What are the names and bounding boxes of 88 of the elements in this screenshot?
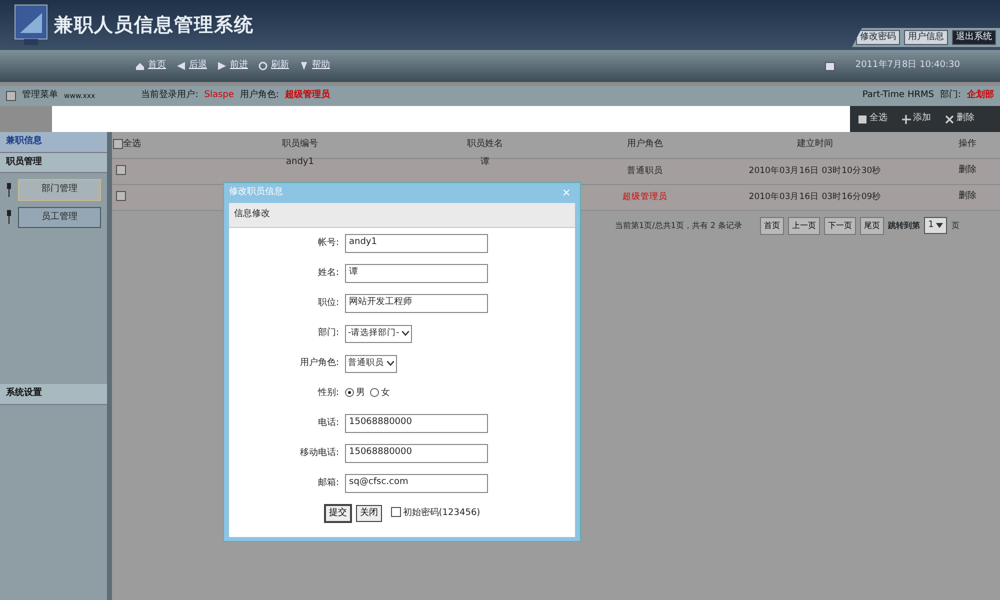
sidebar-section[interactable]: 兼职信息 bbox=[0, 132, 107, 152]
user-info-button[interactable]: 用户信息 bbox=[904, 30, 948, 45]
role-text: 普通职员 bbox=[627, 166, 663, 176]
role-text: 超级管理员 bbox=[622, 192, 668, 202]
page-button[interactable]: 尾页 bbox=[860, 216, 884, 234]
nav-link[interactable]: 刷新 bbox=[271, 59, 289, 73]
toolbar-link[interactable]: 全选 bbox=[870, 112, 888, 126]
field-label: 电话: bbox=[316, 416, 340, 430]
logout-button[interactable]: 退出系统 bbox=[952, 30, 996, 45]
app-title: 兼职人员信息管理系统 bbox=[54, 12, 254, 38]
refresh-icon bbox=[258, 61, 268, 71]
select-all-checkbox[interactable]: 全选 bbox=[113, 139, 141, 149]
toolbar-link[interactable]: 删除 bbox=[956, 112, 974, 126]
input-field[interactable]: 15068880000 bbox=[345, 414, 488, 433]
field-label: 用户角色: bbox=[298, 356, 340, 370]
select-field[interactable]: 普通职员 bbox=[345, 354, 397, 372]
dialog-title: 修改职员信息 bbox=[229, 186, 283, 200]
sidebar-button[interactable]: 员工管理 bbox=[18, 206, 101, 228]
page-select[interactable]: 1 bbox=[924, 216, 948, 234]
role-label: 用户角色: bbox=[240, 89, 279, 102]
sidebar-section[interactable]: 系统设置 bbox=[0, 384, 107, 404]
created-time: 2010年03月16日 03时10分30秒 bbox=[748, 166, 882, 176]
column-header: 职员姓名 bbox=[467, 139, 503, 149]
row-checkbox[interactable] bbox=[116, 190, 126, 201]
input-field[interactable]: 15068880000 bbox=[345, 444, 488, 463]
close-dialog-button[interactable]: 关闭 bbox=[356, 504, 382, 522]
input-field[interactable]: 谭 bbox=[345, 264, 488, 283]
field-label: 姓名: bbox=[316, 266, 340, 280]
column-header: 职员编号 bbox=[282, 139, 318, 149]
nav-link[interactable]: 帮助 bbox=[312, 59, 330, 73]
column-header: 建立时间 bbox=[797, 139, 833, 149]
toolbar-link[interactable]: 添加 bbox=[913, 112, 931, 126]
help-icon bbox=[299, 61, 309, 71]
page-button[interactable]: 下一页 bbox=[824, 216, 856, 234]
calendar-icon bbox=[825, 62, 836, 70]
role-name: 超级管理员 bbox=[284, 89, 330, 102]
input-field[interactable]: 网站开发工程师 bbox=[345, 294, 488, 313]
field-label: 帐号: bbox=[316, 236, 340, 250]
field-label: 职位: bbox=[316, 296, 340, 310]
pin-icon bbox=[6, 210, 12, 224]
sidebar-button[interactable]: 部门管理 bbox=[18, 179, 101, 200]
menu-checkbox[interactable] bbox=[6, 91, 16, 101]
menu-title: 管理菜单 bbox=[22, 89, 58, 102]
page-button[interactable]: 首页 bbox=[760, 216, 784, 234]
delete-link[interactable]: 删除 bbox=[958, 165, 976, 176]
input-field[interactable]: andy1 bbox=[345, 234, 488, 253]
radio-option[interactable]: 男 bbox=[345, 386, 365, 400]
plus-icon bbox=[902, 114, 910, 124]
nav-link[interactable]: 后退 bbox=[189, 59, 207, 73]
system-name: Part-Time HRMS bbox=[862, 89, 934, 102]
employee-id: andy1 bbox=[286, 157, 314, 168]
employee-name: 谭 bbox=[480, 157, 490, 168]
record-summary: 当前第1页/总共1页，共有 2 条记录 bbox=[615, 220, 742, 232]
dropdown-arrow-icon bbox=[936, 223, 944, 228]
page-suffix: 页 bbox=[951, 220, 960, 232]
select-field[interactable]: -请选择部门- bbox=[345, 324, 412, 342]
dept-name: 企划部 bbox=[967, 89, 994, 102]
column-header: 操作 bbox=[958, 139, 976, 149]
created-time: 2010年03月16日 03时16分09秒 bbox=[748, 192, 882, 202]
nav-link[interactable]: 前进 bbox=[230, 59, 248, 73]
section-header: 信息修改 bbox=[229, 203, 575, 228]
field-label: 部门: bbox=[316, 326, 340, 340]
dept-label: 部门: bbox=[940, 89, 961, 102]
submit-button[interactable]: 提交 bbox=[324, 504, 352, 523]
date-time: 2011年7月8日 10:40:30 bbox=[855, 59, 960, 72]
delete-link[interactable]: 删除 bbox=[958, 191, 976, 202]
field-label: 邮箱: bbox=[316, 476, 340, 490]
forward-icon bbox=[217, 61, 227, 71]
monitor-icon bbox=[14, 3, 48, 47]
nav-link[interactable]: 首页 bbox=[148, 59, 166, 73]
user-name: Slaspe bbox=[204, 89, 234, 102]
reset-password-checkbox[interactable]: 初始密码(123456) bbox=[390, 506, 480, 520]
row-checkbox[interactable] bbox=[116, 164, 126, 175]
jump-label: 跳转到第 bbox=[888, 220, 920, 232]
change-password-button[interactable]: 修改密码 bbox=[856, 30, 900, 45]
field-label: 移动电话: bbox=[298, 446, 340, 460]
column-header: 用户角色 bbox=[627, 139, 663, 149]
field-label: 性别: bbox=[316, 386, 340, 400]
checkbox-icon bbox=[858, 114, 867, 124]
back-icon bbox=[176, 61, 186, 71]
radio-option[interactable]: 女 bbox=[370, 386, 390, 400]
delete-icon bbox=[945, 114, 954, 124]
page-button[interactable]: 上一页 bbox=[788, 216, 820, 234]
input-field[interactable]: sq@cfsc.com bbox=[345, 474, 488, 493]
user-label: 当前登录用户: bbox=[141, 89, 198, 102]
pin-icon bbox=[6, 182, 12, 197]
sidebar-section[interactable]: 职员管理 bbox=[0, 152, 107, 173]
home-icon bbox=[135, 61, 145, 71]
